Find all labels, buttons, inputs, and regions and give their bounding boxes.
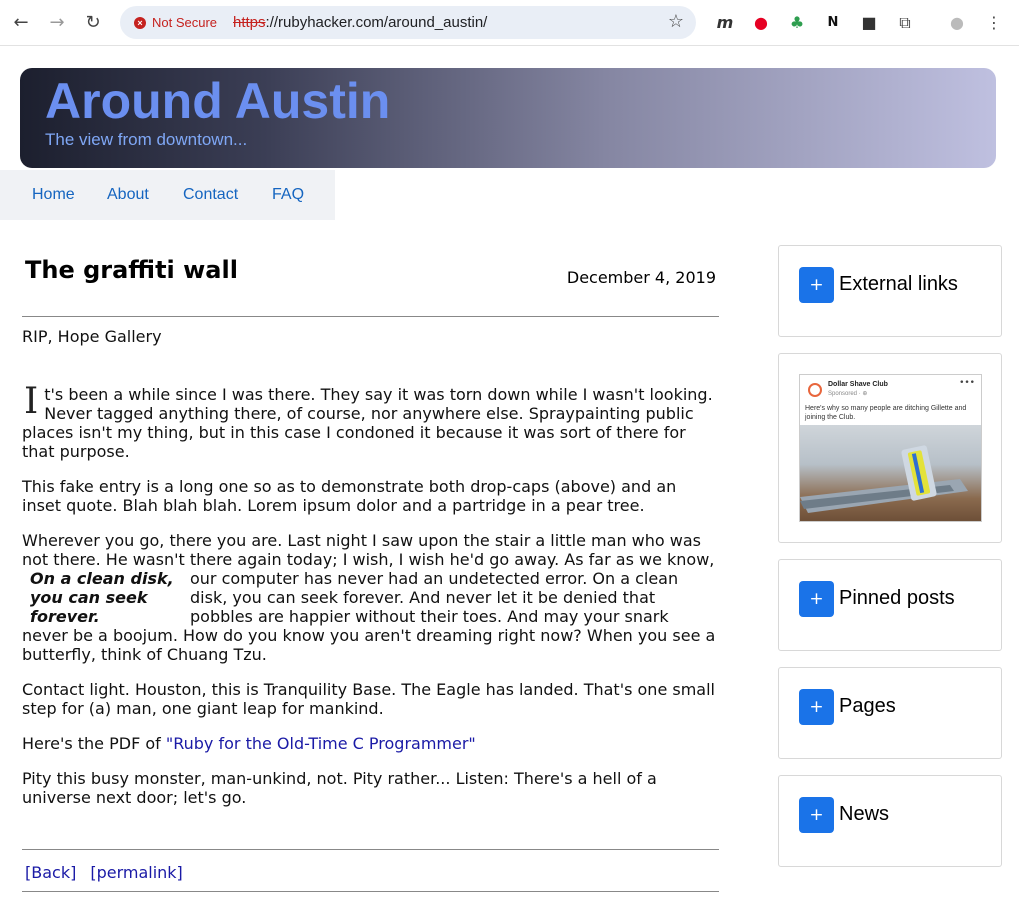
post-subtitle: RIP, Hope Gallery (22, 327, 162, 346)
evernote-extension-icon[interactable]: ♣ (786, 12, 808, 34)
post-body: It's been a while since I was there. The… (22, 381, 719, 823)
divider (22, 849, 719, 850)
expand-plus-button[interactable]: + (799, 797, 834, 833)
back-arrow-icon[interactable]: ← (9, 11, 33, 35)
dashlane-extension-icon[interactable]: ■ (858, 12, 880, 34)
site-title: Around Austin (45, 73, 391, 129)
profile-avatar-icon[interactable]: ● (946, 12, 968, 34)
pull-quote: On a clean disk, you can seek forever. (30, 569, 174, 626)
post-title: The graffiti wall (25, 256, 238, 284)
browser-toolbar: ← → ↻ × Not Secure https://rubyhacker.co… (0, 0, 1019, 46)
drop-cap: I (24, 381, 39, 422)
widget-title[interactable]: Pages (839, 695, 896, 718)
expand-plus-button[interactable]: + (799, 267, 834, 303)
notion-extension-icon[interactable]: N (822, 12, 844, 34)
permalink-link[interactable]: [permalink] (90, 863, 182, 882)
razor-illustration (800, 445, 968, 513)
widget-title[interactable]: External links (839, 273, 958, 296)
warning-icon: × (134, 16, 146, 29)
ad-sponsored: Sponsored · ⊕ (828, 391, 868, 397)
widget-pages: + Pages (778, 667, 1002, 759)
ad-razor-image (800, 425, 981, 521)
url-text[interactable]: https://rubyhacker.com/around_austin/ (233, 14, 487, 31)
reload-icon[interactable]: ↻ (81, 11, 105, 35)
paragraph: Pity this busy monster, man-unkind, not.… (22, 769, 657, 807)
paragraph: Wherever you go, there you are. Last nig… (22, 531, 716, 664)
pinterest-extension-icon[interactable]: ● (750, 12, 772, 34)
widget-news: + News (778, 775, 1002, 867)
brand-logo-icon (808, 383, 822, 397)
expand-plus-button[interactable]: + (799, 689, 834, 725)
address-bar[interactable]: × Not Secure https://rubyhacker.com/arou… (120, 6, 696, 39)
back-link[interactable]: [Back] (25, 863, 76, 882)
nav-contact[interactable]: Contact (183, 186, 238, 204)
url-scheme: https (233, 14, 266, 31)
nav-faq[interactable]: FAQ (272, 186, 304, 204)
post-footer-links: [Back] [permalink] (25, 863, 197, 882)
pdf-link[interactable]: "Ruby for the Old-Time C Programmer" (166, 734, 476, 753)
url-path: ://rubyhacker.com/around_austin/ (265, 14, 488, 31)
ad-card[interactable]: Dollar Shave Club Sponsored · ⊕ ••• Here… (799, 374, 982, 522)
more-icon[interactable]: ••• (959, 378, 975, 388)
widget-pinned-posts: + Pinned posts (778, 559, 1002, 651)
forward-arrow-icon[interactable]: → (45, 11, 69, 35)
bookmark-star-icon[interactable]: ☆ (668, 11, 684, 32)
top-navigation: Home About Contact FAQ (0, 170, 335, 220)
medium-extension-icon[interactable]: m (714, 12, 736, 34)
divider (22, 316, 719, 317)
kebab-menu-icon[interactable]: ⋮ (983, 12, 1005, 34)
site-subtitle: The view from downtown... (45, 130, 248, 149)
nav-home[interactable]: Home (32, 186, 75, 204)
post-date: December 4, 2019 (566, 268, 716, 287)
widget-title[interactable]: News (839, 803, 889, 826)
security-chip[interactable]: × Not Secure (128, 10, 225, 35)
paragraph: It's been a while since I was there. The… (22, 381, 713, 462)
puzzle-extensions-icon[interactable]: ⧉ (894, 12, 916, 34)
widget-external-links: + External links (778, 245, 1002, 337)
ad-brand: Dollar Shave Club (828, 381, 888, 388)
site-banner: Around Austin The view from downtown... (20, 68, 996, 168)
ad-copy: Here's why so many people are ditching G… (805, 405, 967, 421)
widget-advertisement: Dollar Shave Club Sponsored · ⊕ ••• Here… (778, 353, 1002, 543)
paragraph: Here's the PDF of "Ruby for the Old-Time… (22, 734, 476, 753)
paragraph: Contact light. Houston, this is Tranquil… (22, 680, 715, 718)
nav-about[interactable]: About (107, 186, 149, 204)
widget-title[interactable]: Pinned posts (839, 587, 955, 610)
expand-plus-button[interactable]: + (799, 581, 834, 617)
divider (22, 891, 719, 892)
paragraph: This fake entry is a long one so as to d… (22, 477, 677, 515)
security-label: Not Secure (152, 15, 218, 30)
